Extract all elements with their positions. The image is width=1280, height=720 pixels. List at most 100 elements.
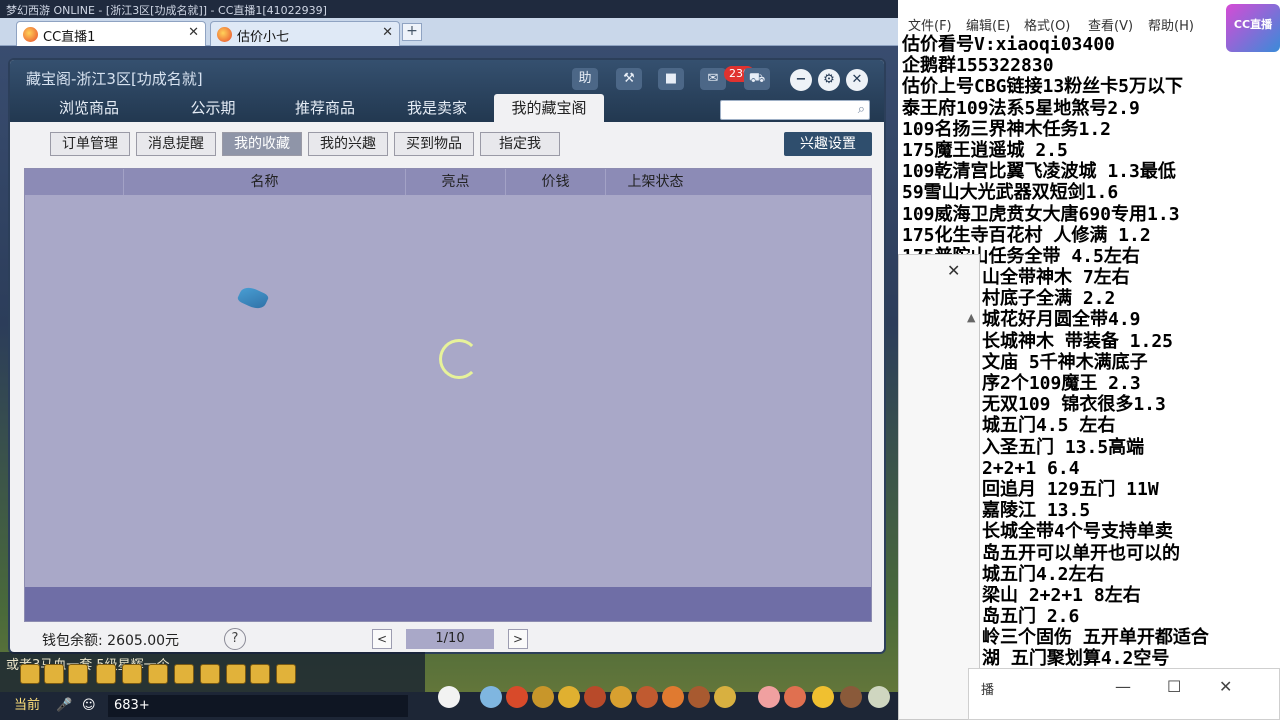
text-line: 109名扬三界神木任务1.2 bbox=[902, 118, 1112, 140]
game-chat-icon[interactable] bbox=[226, 664, 246, 684]
menu-view[interactable]: 查看(V) bbox=[1088, 15, 1133, 34]
panel-bottom-bar: 钱包余额: 2605.00元 ? < 1/10 > bbox=[10, 624, 884, 652]
subtab-interests[interactable]: 我的兴趣 bbox=[308, 132, 388, 156]
nav-recommended[interactable]: 推荐商品 bbox=[270, 94, 380, 122]
help-icon[interactable]: ? bbox=[224, 628, 246, 650]
team-icon[interactable] bbox=[636, 686, 658, 708]
peach-icon[interactable] bbox=[758, 686, 780, 708]
minimize-icon[interactable]: − bbox=[790, 69, 812, 91]
bag-icon[interactable] bbox=[532, 686, 554, 708]
game-dropdown-icon[interactable] bbox=[276, 664, 296, 684]
nav-public-period[interactable]: 公示期 bbox=[158, 94, 268, 122]
nav-my-pavilion[interactable]: 我的藏宝阁 bbox=[494, 94, 604, 122]
task-icon[interactable] bbox=[714, 686, 736, 708]
settings-icon[interactable]: ⚙ bbox=[818, 69, 840, 91]
close-icon[interactable]: ✕ bbox=[188, 25, 199, 40]
stop-icon[interactable]: ■ bbox=[658, 68, 684, 90]
subtab-messages[interactable]: 消息提醒 bbox=[136, 132, 216, 156]
col-highlight: 亮点 bbox=[405, 169, 505, 195]
game-search-icon[interactable] bbox=[122, 664, 142, 684]
game-action-icon[interactable] bbox=[68, 664, 88, 684]
close-icon[interactable]: ✕ bbox=[1219, 677, 1232, 696]
subtab-favorites[interactable]: 我的收藏 bbox=[222, 132, 302, 156]
menu-format[interactable]: 格式(O) bbox=[1024, 15, 1070, 34]
search-input[interactable]: ⌕ bbox=[720, 100, 870, 120]
chest-icon[interactable] bbox=[506, 686, 528, 708]
text-line: 109乾清宫比翼飞凌波城 1.3最低 bbox=[902, 161, 1176, 183]
game-action-icon[interactable] bbox=[44, 664, 64, 684]
game-action-icon[interactable] bbox=[148, 664, 168, 684]
gift-icon[interactable] bbox=[610, 686, 632, 708]
text-line: 175魔王逍遥城 2.5 bbox=[902, 139, 1068, 161]
sword-icon[interactable] bbox=[480, 686, 502, 708]
close-icon[interactable]: ✕ bbox=[846, 69, 868, 91]
panda-icon[interactable] bbox=[438, 686, 460, 708]
maximize-icon[interactable]: ☐ bbox=[1167, 677, 1181, 696]
cart-icon[interactable]: ⛟ bbox=[744, 68, 770, 90]
new-tab-button[interactable]: + bbox=[402, 23, 422, 41]
menu-help[interactable]: 帮助(H) bbox=[1148, 15, 1194, 34]
subtab-purchased[interactable]: 买到物品 bbox=[394, 132, 474, 156]
microphone-icon[interactable]: 🎤 bbox=[56, 695, 72, 717]
game-lock-icon[interactable] bbox=[174, 664, 194, 684]
table-footer bbox=[25, 587, 871, 621]
panel-header: 藏宝阁-浙江3区[功成名就] 助 ⚒ ■ ✉ 239 ⛟ − ⚙ ✕ 浏览商品 … bbox=[10, 60, 884, 122]
mini-dialog: ✕ ▲ bbox=[898, 254, 980, 720]
assist-button[interactable]: 助 bbox=[572, 68, 598, 90]
text-line: 泰王府109法系5星地煞号2.9 bbox=[902, 97, 1140, 119]
game-action-icon[interactable] bbox=[96, 664, 116, 684]
page-indicator: 1/10 bbox=[406, 629, 494, 649]
emoji-icon[interactable]: ☺ bbox=[82, 695, 96, 717]
system-icon[interactable] bbox=[840, 686, 862, 708]
panel-title: 藏宝阁-浙江3区[功成名就] bbox=[26, 70, 203, 88]
bottom-dialog: 播 — ☐ ✕ bbox=[968, 668, 1280, 720]
search-icon[interactable]: ⌕ bbox=[858, 102, 865, 117]
favorites-table: 名称 亮点 价钱 上架状态 bbox=[24, 168, 872, 622]
minimize-icon[interactable]: — bbox=[1115, 677, 1131, 696]
tab-cc-live[interactable]: CC直播1 ✕ bbox=[16, 21, 206, 46]
text-line: 109威海卫虎贲女大唐690专用1.3 bbox=[902, 203, 1180, 225]
chat-channel-button[interactable]: 当前 bbox=[14, 695, 40, 717]
prev-page-button[interactable]: < bbox=[372, 629, 392, 649]
treasure-pavilion-window: 藏宝阁-浙江3区[功成名就] 助 ⚒ ■ ✉ 239 ⛟ − ⚙ ✕ 浏览商品 … bbox=[8, 58, 886, 654]
wallet-balance: 钱包余额: 2605.00元 bbox=[42, 633, 180, 649]
tab-label: CC直播1 bbox=[43, 30, 96, 45]
interest-settings-button[interactable]: 兴趣设置 bbox=[784, 132, 872, 156]
game-action-icon[interactable] bbox=[200, 664, 220, 684]
chat-input[interactable]: 683+ bbox=[108, 695, 408, 717]
main-nav: 浏览商品 公示期 推荐商品 我是卖家 我的藏宝阁 ⌕ bbox=[10, 94, 884, 122]
skill-icon[interactable] bbox=[662, 686, 684, 708]
text-line: 估价看号V:xiaoqi03400 bbox=[902, 34, 1115, 55]
scroll-up-icon[interactable]: ▲ bbox=[967, 311, 975, 324]
hammer-icon[interactable]: ⚒ bbox=[616, 68, 642, 90]
friends-icon[interactable] bbox=[784, 686, 806, 708]
game-action-icon[interactable] bbox=[20, 664, 40, 684]
menu-file[interactable]: 文件(F) bbox=[908, 15, 952, 34]
chat-icon[interactable]: ✉ bbox=[700, 68, 726, 90]
dialog-title: 播 bbox=[981, 683, 995, 698]
nav-seller[interactable]: 我是卖家 bbox=[382, 94, 492, 122]
cc-live-logo: CC直播 bbox=[1226, 4, 1280, 52]
browser-tabbar: CC直播1 ✕ 估价小七 ✕ + bbox=[0, 18, 898, 46]
col-listing-status: 上架状态 bbox=[605, 169, 705, 195]
coin-icon[interactable] bbox=[558, 686, 580, 708]
menu-edit[interactable]: 编辑(E) bbox=[966, 15, 1010, 34]
subtab-orders[interactable]: 订单管理 bbox=[50, 132, 130, 156]
game-action-icon[interactable] bbox=[250, 664, 270, 684]
face-icon[interactable] bbox=[812, 686, 834, 708]
next-page-button[interactable]: > bbox=[508, 629, 528, 649]
notepad-menu: 文件(F) 编辑(E) 格式(O) 查看(V) 帮助(H) bbox=[898, 12, 1228, 34]
pet-icon[interactable] bbox=[688, 686, 710, 708]
loading-spinner-icon bbox=[439, 339, 479, 379]
close-icon[interactable]: ✕ bbox=[382, 25, 393, 40]
scroll-icon[interactable] bbox=[584, 686, 606, 708]
game-title-bar: 梦幻西游 ONLINE - [浙江3区[功成名就]] - CC直播1[41022… bbox=[0, 0, 898, 18]
nav-browse-goods[interactable]: 浏览商品 bbox=[34, 94, 144, 122]
subtab-assigned-me[interactable]: 指定我 bbox=[480, 132, 560, 156]
text-line: 估价上号CBG链接13粉丝卡5万以下 bbox=[902, 76, 1184, 98]
computer-icon[interactable] bbox=[868, 686, 890, 708]
tab-label: 估价小七 bbox=[237, 30, 290, 45]
close-icon[interactable]: ✕ bbox=[947, 261, 960, 280]
col-name: 名称 bbox=[123, 169, 405, 195]
tab-price-seven[interactable]: 估价小七 ✕ bbox=[210, 21, 400, 46]
